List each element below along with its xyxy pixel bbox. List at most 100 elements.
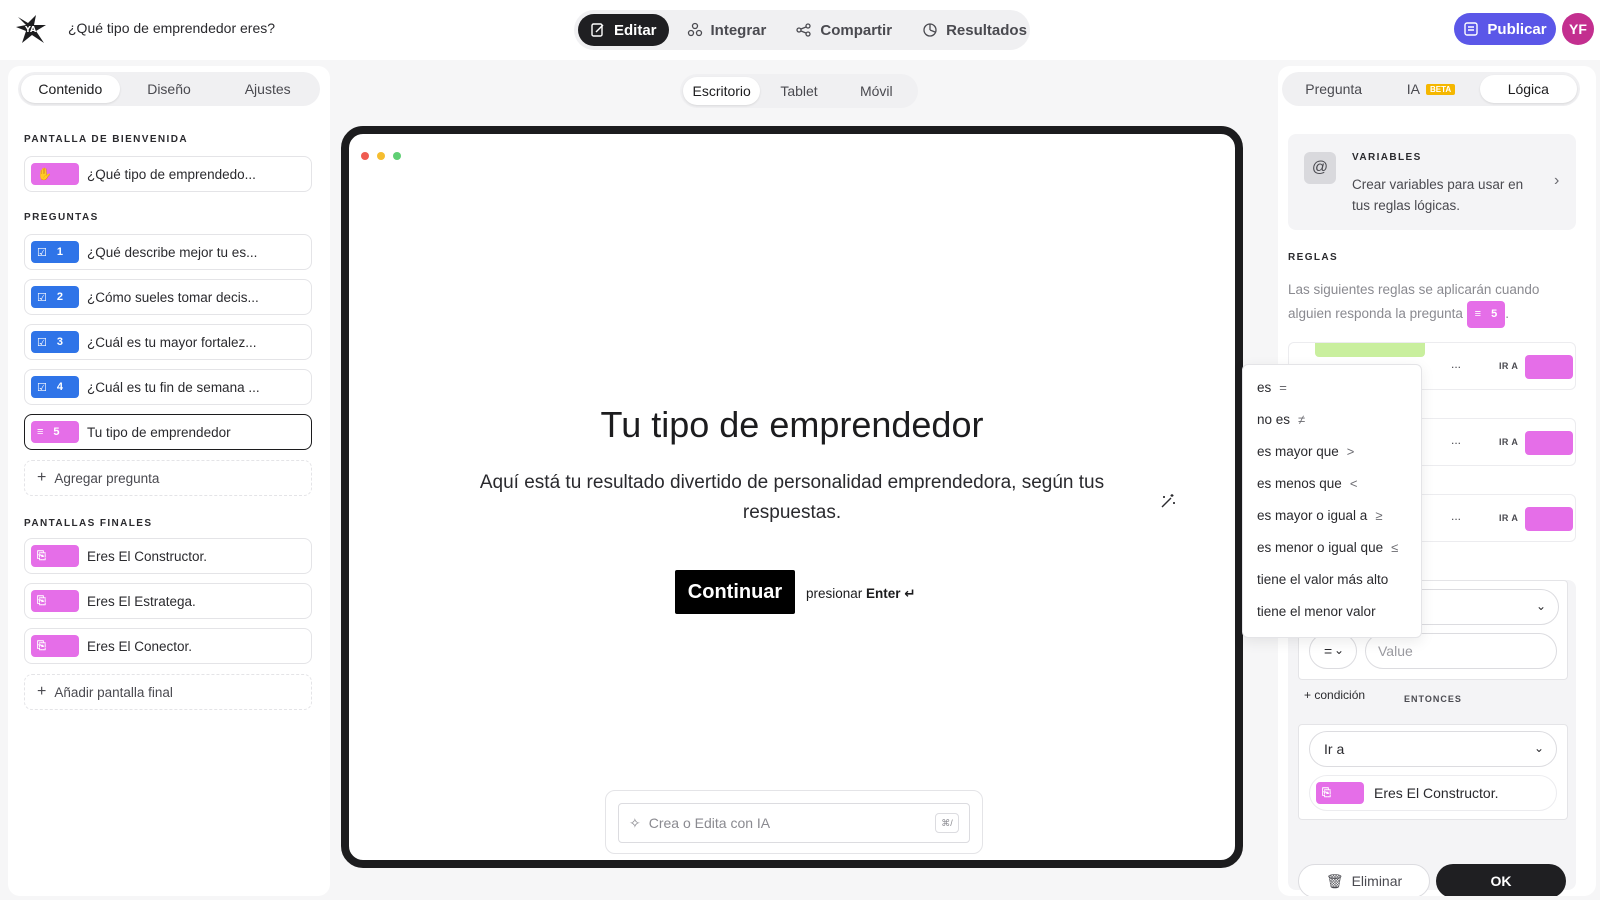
- ending-item-3[interactable]: ⎘ Eres El Conector.: [24, 628, 312, 664]
- question-item-5[interactable]: ≡ 5 Tu tipo de emprendedor: [24, 414, 312, 450]
- then-label: ENTONCES: [1404, 694, 1462, 704]
- operator-option-lowest[interactable]: tiene el menor valor: [1243, 595, 1421, 627]
- trash-icon: 🗑: [1325, 872, 1344, 889]
- variables-card[interactable]: @ VARIABLES Crear variables para usar en…: [1288, 134, 1576, 230]
- ending-badge: ⎘: [31, 635, 79, 657]
- rules-section-label: REGLAS: [1288, 252, 1339, 263]
- mode-results-button[interactable]: Resultados: [910, 14, 1039, 46]
- action-select[interactable]: Ir a ⌄: [1309, 731, 1557, 767]
- add-question-label: Agregar pregunta: [54, 470, 160, 486]
- welcome-item-text: ¿Qué tipo de emprendedo...: [87, 166, 256, 182]
- add-ending-button[interactable]: + Añadir pantalla final: [24, 674, 312, 710]
- option-label: es mayor que: [1257, 443, 1339, 459]
- operator-option-highest[interactable]: tiene el valor más alto: [1243, 563, 1421, 595]
- chevron-down-icon: ⌄: [1333, 643, 1344, 657]
- share-icon: [796, 23, 812, 37]
- form-title[interactable]: ¿Qué tipo de emprendedor eres?: [68, 20, 275, 36]
- results-icon: [923, 23, 937, 37]
- action-value: Ir a: [1324, 741, 1345, 757]
- option-label: es menor o igual que: [1257, 539, 1384, 555]
- tab-question[interactable]: Pregunta: [1285, 75, 1382, 103]
- tab-tablet[interactable]: Tablet: [760, 77, 837, 105]
- value-input[interactable]: Value: [1365, 633, 1557, 669]
- target-ending-select[interactable]: ⎘ Eres El Constructor.: [1309, 775, 1557, 811]
- right-tabs: Pregunta IA BETA Lógica: [1282, 72, 1580, 106]
- press-enter-hint: presionar Enter ↵: [806, 586, 916, 602]
- continue-button[interactable]: Continuar: [675, 570, 795, 614]
- operator-option-greater-equal[interactable]: es mayor o igual a ≥: [1243, 499, 1421, 531]
- endings-section-label: PANTALLAS FINALES: [24, 518, 153, 529]
- operator-option-less[interactable]: es menos que <: [1243, 467, 1421, 499]
- ending-item-1[interactable]: ⎘ Eres El Constructor.: [24, 538, 312, 574]
- rule-dots: ...: [1451, 509, 1462, 523]
- welcome-section-label: PANTALLA DE BIENVENIDA: [24, 134, 188, 145]
- tab-ai[interactable]: IA BETA: [1382, 75, 1479, 103]
- option-symbol: >: [1346, 443, 1355, 459]
- screen-title[interactable]: Tu tipo de emprendedor: [349, 404, 1235, 446]
- operator-option-less-equal[interactable]: es menor o igual que ≤: [1243, 531, 1421, 563]
- question-item-4[interactable]: ☑ 4 ¿Cuál es tu fin de semana ...: [24, 369, 312, 405]
- magic-wand-icon[interactable]: [1159, 492, 1177, 510]
- tab-mobile[interactable]: Móvil: [838, 77, 915, 105]
- ai-assistant-panel: ✧ Crea o Edita con IA ⌘/: [605, 790, 983, 854]
- tab-ai-label: IA: [1406, 81, 1421, 97]
- mode-edit-button[interactable]: Editar: [578, 14, 669, 46]
- user-avatar[interactable]: YF: [1562, 13, 1594, 45]
- question-number: 5: [53, 426, 60, 438]
- checkbox-icon: ☑: [37, 381, 47, 394]
- screen-subtitle[interactable]: Aquí está tu resultado divertido de pers…: [449, 468, 1135, 528]
- tab-logic[interactable]: Lógica: [1479, 75, 1577, 103]
- question-text: Tu tipo de emprendedor: [87, 424, 231, 440]
- plus-icon: +: [37, 469, 47, 486]
- question-item-1[interactable]: ☑ 1 ¿Qué describe mejor tu es...: [24, 234, 312, 270]
- welcome-item[interactable]: ✋ ¿Qué tipo de emprendedo...: [24, 156, 312, 192]
- at-sign-icon: @: [1304, 152, 1336, 184]
- publish-icon: [1464, 22, 1479, 36]
- publish-button[interactable]: Publicar: [1454, 13, 1556, 45]
- preview-frame: Tu tipo de emprendedor Aquí está tu resu…: [341, 126, 1243, 868]
- ai-shortcut: ⌘/: [935, 813, 959, 833]
- ai-placeholder: Crea o Edita con IA: [648, 815, 771, 831]
- operator-option-is[interactable]: es =: [1243, 371, 1421, 403]
- operator-option-greater[interactable]: es mayor que >: [1243, 435, 1421, 467]
- operator-dropdown: es = no es ≠ es mayor que > es menos que < e…: [1242, 364, 1422, 638]
- go-to-label: IR A: [1499, 437, 1519, 447]
- plus-icon: +: [37, 683, 47, 700]
- statement-badge: ≡ 5: [31, 421, 79, 443]
- press-hint-key: Enter ↵: [866, 586, 916, 601]
- mode-integrate-button[interactable]: Integrar: [675, 14, 779, 46]
- add-condition-button[interactable]: + condición: [1304, 688, 1365, 702]
- exit-icon: ⎘: [37, 594, 46, 607]
- add-question-button[interactable]: + Agregar pregunta: [24, 460, 312, 496]
- tab-content[interactable]: Contenido: [21, 75, 120, 103]
- tab-design[interactable]: Diseño: [120, 75, 219, 103]
- question-text: ¿Qué describe mejor tu es...: [87, 244, 258, 260]
- rules-description: Las siguientes reglas se aplicarán cuand…: [1288, 278, 1578, 328]
- question-item-2[interactable]: ☑ 2 ¿Cómo sueles tomar decis...: [24, 279, 312, 315]
- question-item-3[interactable]: ☑ 3 ¿Cuál es tu mayor fortalez...: [24, 324, 312, 360]
- left-tabs: Contenido Diseño Ajustes: [18, 72, 320, 106]
- brand-logo[interactable]: YA: [14, 11, 50, 47]
- target-ending-badge: [1525, 355, 1573, 379]
- tab-settings[interactable]: Ajustes: [218, 75, 317, 103]
- ending-item-2[interactable]: ⎘ Eres El Estratega.: [24, 583, 312, 619]
- sparkle-icon: ✧: [629, 814, 641, 831]
- ending-text: Eres El Estratega.: [87, 593, 196, 609]
- option-label: es mayor o igual a: [1257, 507, 1368, 523]
- tab-desktop[interactable]: Escritorio: [683, 77, 761, 105]
- option-symbol: <: [1349, 475, 1358, 491]
- mode-share-label: Compartir: [820, 21, 893, 39]
- option-symbol: ≠: [1298, 411, 1306, 427]
- option-label: no es: [1257, 411, 1291, 427]
- operator-option-is-not[interactable]: no es ≠: [1243, 403, 1421, 435]
- ok-button[interactable]: OK: [1436, 864, 1566, 896]
- text-lines-icon: ≡: [1474, 308, 1482, 320]
- maximize-dot: [393, 152, 401, 160]
- ai-input[interactable]: ✧ Crea o Edita con IA ⌘/: [618, 803, 970, 843]
- mode-integrate-label: Integrar: [710, 21, 767, 39]
- delete-rule-button[interactable]: 🗑 Eliminar: [1298, 864, 1430, 896]
- add-ending-label: Añadir pantalla final: [54, 684, 173, 700]
- operator-select[interactable]: = ⌄: [1309, 633, 1357, 669]
- target-ending-badge: [1525, 431, 1573, 455]
- mode-share-button[interactable]: Compartir: [784, 14, 904, 46]
